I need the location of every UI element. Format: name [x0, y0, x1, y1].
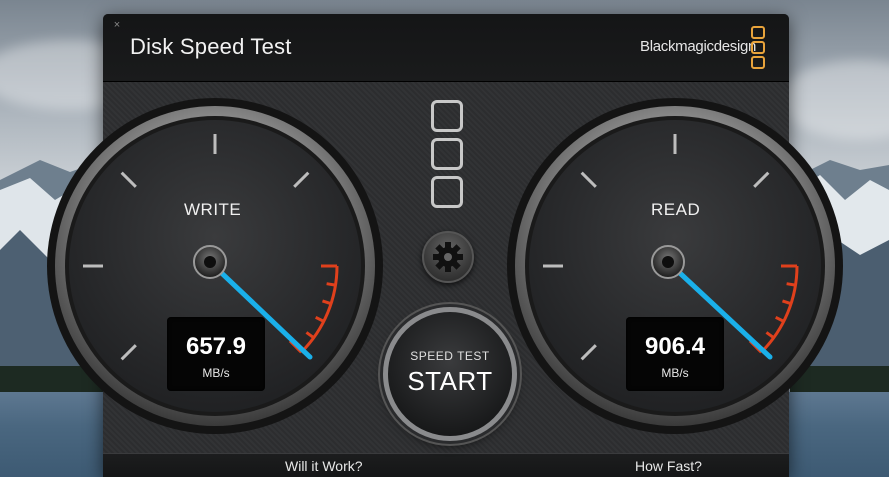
- redzone-tick: [326, 282, 336, 287]
- write-hub-center: [204, 256, 216, 268]
- write-label: WRITE: [184, 200, 242, 219]
- drive-slot-icon[interactable]: [431, 138, 463, 170]
- read-hub-center: [662, 256, 674, 268]
- drive-slot-icon[interactable]: [431, 176, 463, 208]
- drive-slot-icon[interactable]: [431, 100, 463, 132]
- read-readout: 906.4 MB/s: [626, 317, 724, 391]
- start-button-caption: SPEED TEST: [410, 349, 490, 363]
- read-value: 906.4: [644, 333, 706, 360]
- write-value: 657.9: [185, 333, 247, 360]
- redzone-tick: [786, 282, 796, 287]
- settings-button[interactable]: [422, 231, 474, 283]
- drive-selector-icons[interactable]: [431, 100, 463, 214]
- read-unit: MB/s: [661, 366, 689, 380]
- gear-icon: [433, 242, 463, 272]
- start-button[interactable]: SPEED TEST START: [383, 307, 517, 441]
- read-label: READ: [651, 200, 701, 219]
- start-button-label: START: [407, 366, 493, 396]
- write-unit: MB/s: [202, 366, 230, 380]
- write-readout: 657.9 MB/s: [167, 317, 265, 391]
